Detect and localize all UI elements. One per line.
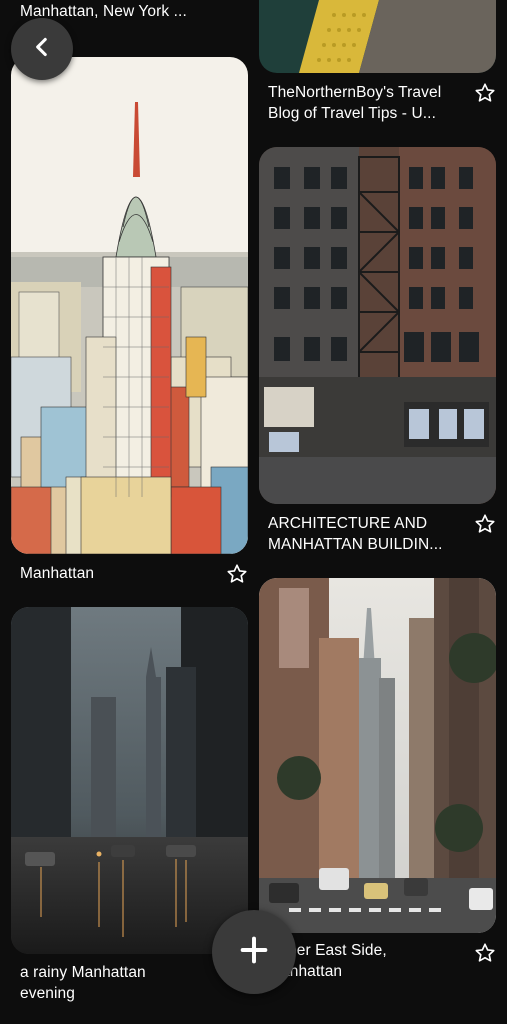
save-star-icon[interactable]	[474, 513, 496, 535]
pin-card[interactable]: ARCHITECTURE AND MANHATTAN BUILDIN...	[259, 147, 496, 567]
pin-card[interactable]: TheNorthernBoy's Travel Blog of Travel T…	[259, 0, 496, 130]
pin-title: a rainy Manhattan evening	[20, 964, 146, 1002]
save-star-icon[interactable]	[226, 0, 248, 2]
pin-image[interactable]	[259, 147, 496, 504]
pin-card[interactable]: Manhattan	[11, 57, 248, 597]
pin-image[interactable]	[259, 0, 496, 73]
pin-title: Manhattan	[20, 565, 95, 582]
back-button[interactable]	[11, 18, 73, 80]
save-star-icon[interactable]	[474, 942, 496, 964]
save-star-icon[interactable]	[226, 563, 248, 585]
pin-title: ARCHITECTURE AND MANHATTAN BUILDIN...	[268, 515, 443, 553]
save-star-icon[interactable]	[474, 82, 496, 104]
pin-title: TheNorthernBoy's Travel Blog of Travel T…	[268, 84, 442, 122]
pin-image[interactable]	[11, 57, 248, 554]
chevron-left-icon	[29, 34, 55, 65]
add-button[interactable]	[212, 910, 296, 994]
plus-icon	[237, 933, 271, 972]
pin-image[interactable]	[259, 578, 496, 933]
pin-image[interactable]	[11, 607, 248, 954]
